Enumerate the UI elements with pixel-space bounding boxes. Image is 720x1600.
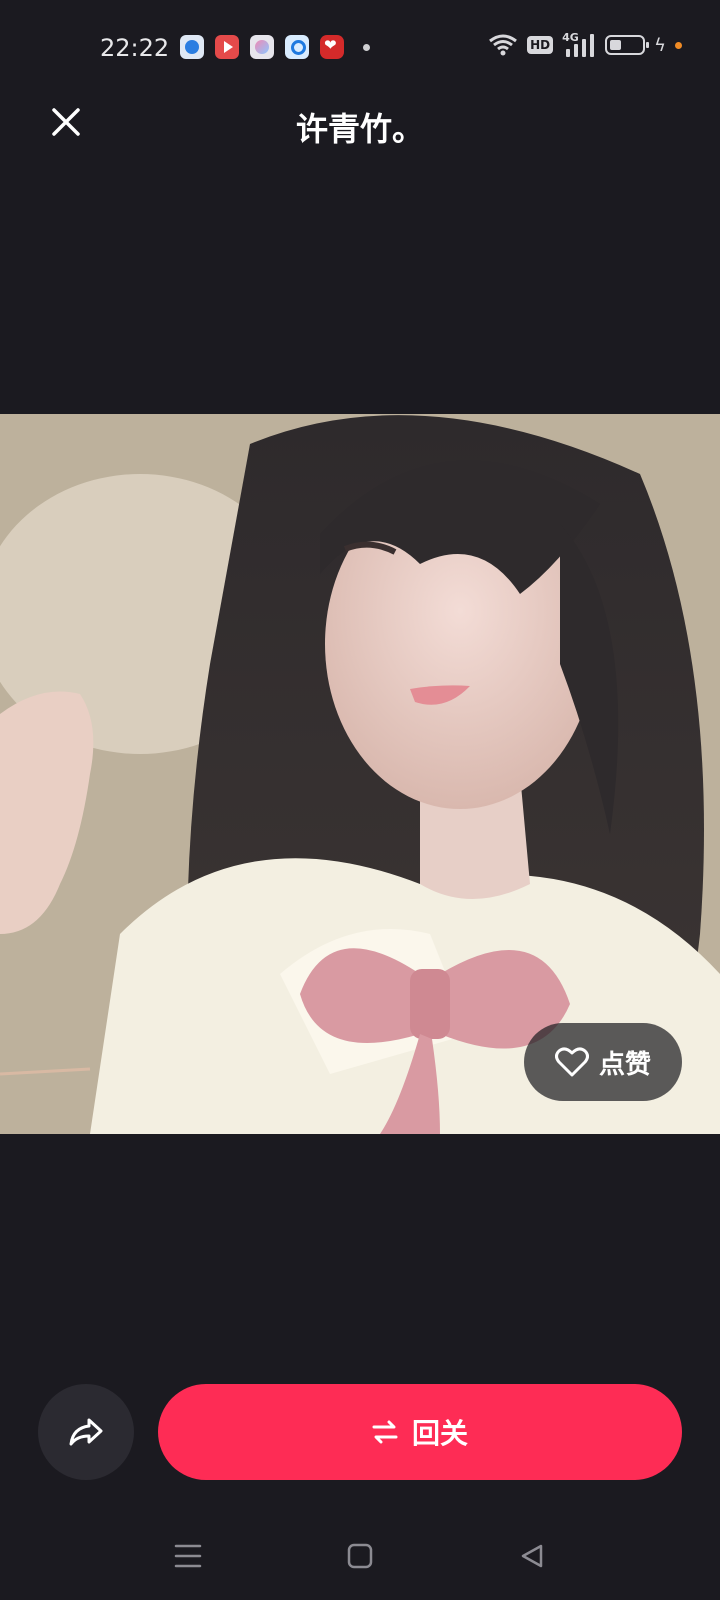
signal-icon: 4G bbox=[562, 31, 596, 57]
status-time: 22:22 bbox=[100, 34, 170, 62]
battery-icon bbox=[605, 35, 650, 55]
battery-level bbox=[610, 40, 622, 50]
heart-outline-icon bbox=[554, 1047, 589, 1077]
like-button[interactable]: 点赞 bbox=[524, 1023, 682, 1101]
more-notifications-dot bbox=[363, 43, 370, 51]
network-type: 4G bbox=[562, 31, 579, 44]
profile-photo-viewer: 22:22 HD 4G bbox=[0, 0, 720, 1600]
back-button[interactable] bbox=[510, 1534, 554, 1578]
video-icon bbox=[215, 35, 239, 59]
menu-button[interactable] bbox=[166, 1534, 210, 1578]
mutual-arrows-icon bbox=[372, 1420, 398, 1444]
home-button[interactable] bbox=[338, 1534, 382, 1578]
gallery-icon bbox=[250, 35, 274, 59]
indicator-dot bbox=[675, 41, 682, 49]
share-button[interactable] bbox=[38, 1384, 134, 1480]
wifi-icon bbox=[489, 34, 518, 56]
status-bar: 22:22 HD 4G bbox=[0, 0, 720, 96]
notification-icons bbox=[180, 35, 370, 59]
home-square-icon bbox=[347, 1543, 373, 1569]
hd-badge: HD bbox=[527, 36, 554, 54]
back-triangle-icon bbox=[521, 1544, 543, 1568]
system-icons: HD 4G ϟ bbox=[488, 31, 682, 57]
share-arrow-icon bbox=[69, 1418, 103, 1446]
like-label: 点赞 bbox=[598, 1049, 651, 1080]
browser-icon bbox=[180, 35, 204, 59]
follow-back-label: 回关 bbox=[411, 1417, 468, 1450]
charging-icon: ϟ bbox=[654, 34, 666, 56]
follow-back-button[interactable]: 回关 bbox=[158, 1384, 682, 1480]
page-title: 许青竹。 bbox=[295, 110, 424, 148]
shop-icon bbox=[320, 35, 344, 59]
search-icon bbox=[285, 35, 309, 59]
menu-icon bbox=[174, 1544, 202, 1568]
